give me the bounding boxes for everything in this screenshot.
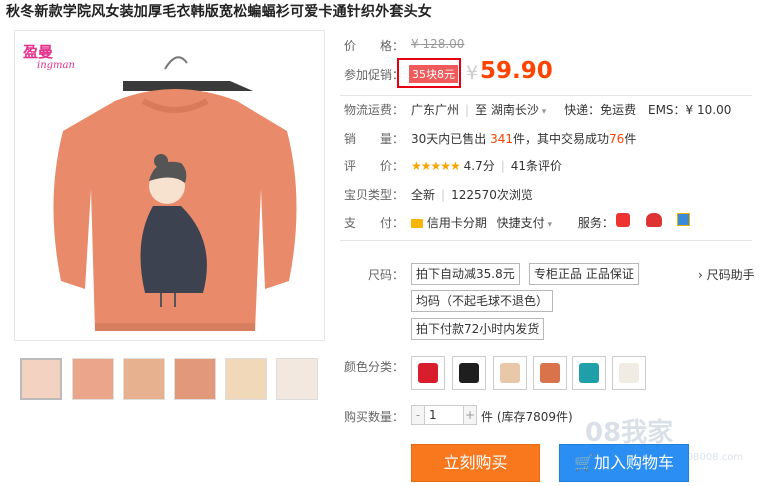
divider bbox=[340, 95, 752, 96]
chevron-down-icon: ▾ bbox=[538, 107, 547, 117]
success-count: 76 bbox=[609, 132, 625, 146]
main-product-image[interactable]: 盈曼 ingman bbox=[14, 30, 325, 341]
promo-label: 参加促销： bbox=[344, 68, 405, 82]
ship-to-select[interactable]: 湖南长沙 bbox=[491, 103, 539, 117]
thumbnail-6[interactable] bbox=[276, 358, 318, 400]
original-price: ¥ 128.00 bbox=[411, 37, 465, 51]
color-swatch-red[interactable] bbox=[411, 356, 445, 390]
payment-info: 信用卡分期 快捷支付 ▾ 服务： bbox=[411, 214, 614, 231]
type-label: 宝贝类型： bbox=[344, 188, 405, 202]
size-option-4[interactable]: 拍下付款72小时内发货 bbox=[411, 318, 545, 340]
currency-symbol: ¥ bbox=[466, 62, 479, 84]
size-helper-link[interactable]: › 尺码助手 bbox=[698, 266, 755, 283]
sold-count: 341 bbox=[490, 132, 514, 146]
shipping-label: 物流运费： bbox=[344, 103, 405, 117]
rating-stars: ★★★★★ bbox=[411, 159, 461, 173]
service-label: 服务： bbox=[577, 216, 614, 230]
promo-tag: 35块8元 bbox=[409, 65, 458, 83]
seven-day-return-icon[interactable] bbox=[616, 213, 630, 227]
ship-from: 广东广州 bbox=[411, 103, 460, 117]
sales-info: 30天内已售出 341件，其中交易成功76件 bbox=[411, 132, 637, 146]
add-to-cart-button[interactable]: 🛒加入购物车 bbox=[559, 444, 689, 482]
quantity-input[interactable]: 1 bbox=[424, 405, 464, 425]
rating-score: 4.7分 bbox=[463, 159, 495, 173]
rating-info: ★★★★★ 4.7分 | 41条评价 bbox=[411, 159, 563, 173]
sales-label: 销 量： bbox=[344, 132, 405, 146]
price-label: 价 格： bbox=[344, 39, 405, 53]
thumbnail-3[interactable] bbox=[123, 358, 165, 400]
shipping-method: 快递：免运费 bbox=[564, 103, 637, 117]
color-swatch-black[interactable] bbox=[452, 356, 486, 390]
product-title: 秋冬新款学院风女装加厚毛衣韩版宽松蝙蝠衫可爱卡通针织外套头女 bbox=[6, 4, 432, 20]
color-label: 颜色分类： bbox=[344, 360, 405, 374]
thumbnail-2[interactable] bbox=[72, 358, 114, 400]
type-info: 全新 | 122570次浏览 bbox=[411, 188, 533, 202]
size-option-2[interactable]: 专柜正品 正品保证 bbox=[529, 263, 639, 285]
thumbnail-1[interactable] bbox=[20, 358, 62, 400]
thumbnail-5[interactable] bbox=[225, 358, 267, 400]
quantity-label: 购买数量： bbox=[344, 410, 405, 424]
divider bbox=[340, 240, 752, 241]
size-option-3[interactable]: 均码（不起毛球不退色） bbox=[411, 290, 554, 312]
stock-info: 件 (库存7809件) bbox=[481, 410, 573, 424]
color-swatch-white[interactable] bbox=[612, 356, 646, 390]
ems-fee: EMS：¥ 10.00 bbox=[647, 103, 732, 117]
quantity-increase-button[interactable]: + bbox=[463, 405, 477, 425]
sweater-illustration bbox=[53, 56, 297, 331]
size-option-1[interactable]: 拍下自动减35.8元 bbox=[411, 263, 520, 285]
color-swatch-teal[interactable] bbox=[572, 356, 606, 390]
credit-card-icon bbox=[411, 219, 423, 228]
color-swatch-beige[interactable] bbox=[493, 356, 527, 390]
shipping-info: 广东广州 | 至 湖南长沙 ▾ 快递：免运费 EMS：¥ 10.00 bbox=[411, 103, 732, 117]
payment-label: 支 付： bbox=[344, 216, 405, 230]
quick-pay[interactable]: 快捷支付 bbox=[497, 216, 545, 230]
size-label: 尺码： bbox=[368, 268, 405, 282]
chevron-down-icon: ▾ bbox=[544, 220, 553, 230]
credit-installment[interactable]: 信用卡分期 bbox=[427, 216, 487, 230]
quantity-decrease-button[interactable]: - bbox=[411, 405, 425, 425]
thumbnail-4[interactable] bbox=[174, 358, 216, 400]
guarantee-badge-icon[interactable] bbox=[677, 213, 690, 226]
color-swatch-orange[interactable] bbox=[533, 356, 567, 390]
buy-now-button[interactable]: 立刻购买 bbox=[411, 444, 540, 482]
cart-icon: 🛒 bbox=[574, 453, 594, 472]
current-price: 59.90 bbox=[480, 58, 553, 84]
heart-badge-icon[interactable] bbox=[646, 213, 662, 227]
rating-label: 评 价： bbox=[344, 159, 405, 173]
review-link[interactable]: 41条评价 bbox=[511, 159, 562, 173]
